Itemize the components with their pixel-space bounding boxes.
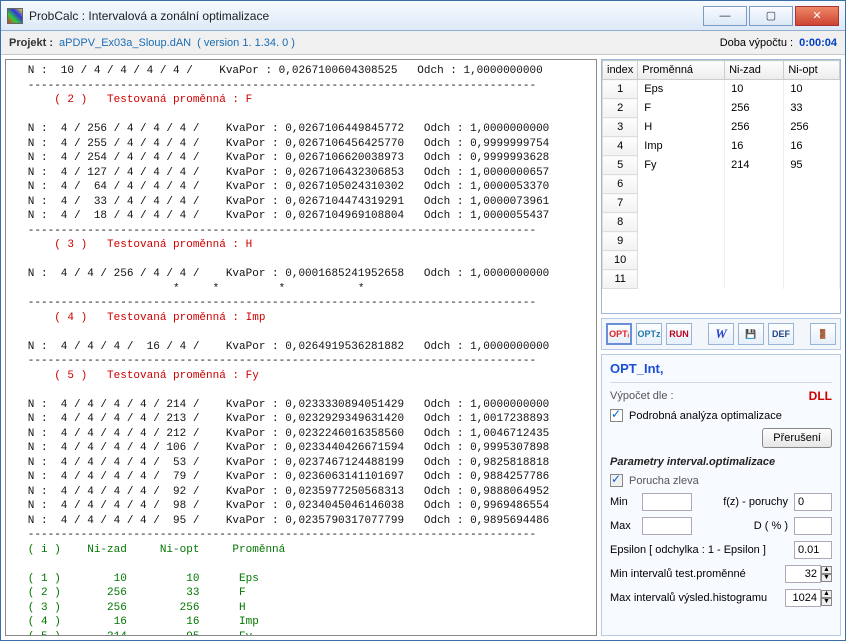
table-row[interactable]: 4Imp1616 [603,137,840,156]
app-icon [7,8,23,24]
col-promenna[interactable]: Proměnná [638,61,725,80]
save-icon: 💾 [745,329,756,340]
info-toolbar: Projekt : aPDPV_Ex03a_Sloup.dAN ( versio… [1,31,845,55]
table-row[interactable]: 6 [603,175,840,194]
table-row[interactable]: 10 [603,251,840,270]
max-label: Max [610,520,636,532]
minimize-button[interactable]: — [703,6,747,26]
min-input[interactable] [642,493,692,511]
col-index[interactable]: index [603,61,638,80]
window-title: ProbCalc : Intervalová a zonální optimal… [29,9,269,23]
col-ni-opt[interactable]: Ni-opt [784,61,840,80]
table-row[interactable]: 7 [603,194,840,213]
exit-icon: 🚪 [817,329,828,340]
spin-up-icon[interactable]: ▲ [821,566,832,574]
table-row[interactable]: 3H256256 [603,118,840,137]
podrobna-checkbox[interactable] [610,409,623,422]
preruseni-button[interactable]: Přerušení [762,428,832,448]
dpct-label: D ( % ) [754,520,788,532]
table-row[interactable]: 11 [603,270,840,289]
log-panel: N : 10 / 4 / 4 / 4 / 4 / KvaPor : 0,0267… [5,59,597,636]
close-button[interactable]: ✕ [795,6,839,26]
min-int-label: Min intervalů test.proměnné [610,568,746,580]
porucha-label: Porucha zleva [629,475,699,487]
table-row[interactable]: 9 [603,232,840,251]
max-int-label: Max intervalů výsled.histogramu [610,592,767,604]
spin-down-icon[interactable]: ▼ [821,574,832,582]
spin-up-icon[interactable]: ▲ [821,590,832,598]
table-row[interactable]: 8 [603,213,840,232]
variable-grid[interactable]: index Proměnná Ni-zad Ni-opt 1Eps1010 2F… [601,59,841,314]
window-titlebar: ProbCalc : Intervalová a zonální optimal… [1,1,845,31]
opti-button[interactable]: OPTᵢ [606,323,632,345]
table-row[interactable]: 1Eps1010 [603,80,840,99]
min-int-spinner[interactable]: ▲▼ [785,565,832,583]
exit-button[interactable]: 🚪 [810,323,836,345]
def-button[interactable]: DEF [768,323,794,345]
table-row[interactable]: 5Fy21495 [603,156,840,175]
vypocet-value: DLL [809,389,832,403]
projekt-name: aPDPV_Ex03a_Sloup.dAN [59,37,191,49]
save-button[interactable]: 💾 [738,323,764,345]
panel-heading: OPT_Int, [610,361,832,376]
porucha-checkbox [610,474,623,487]
options-panel: OPT_Int, Výpočet dle : DLL Podrobná anal… [601,354,841,636]
epsilon-label: Epsilon [ odchylka : 1 - Epsilon ] [610,544,766,556]
projekt-label: Projekt : [9,37,53,49]
fz-input[interactable] [794,493,832,511]
podrobna-label: Podrobná analýza optimalizace [629,410,782,422]
run-button[interactable]: RUN [666,323,692,345]
optz-button[interactable]: OPTz [636,323,662,345]
max-int-spinner[interactable]: ▲▼ [785,589,832,607]
epsilon-input[interactable] [794,541,832,559]
action-toolbar: OPTᵢ OPTz RUN W 💾 DEF 🚪 [601,318,841,350]
duration-label: Doba výpočtu : [720,37,793,49]
w-button[interactable]: W [708,323,734,345]
version-label: ( version 1. 1.34. 0 ) [197,37,295,49]
col-ni-zad[interactable]: Ni-zad [725,61,784,80]
vypocet-label: Výpočet dle : [610,390,674,402]
max-input[interactable] [642,517,692,535]
duration-value: 0:00:04 [799,37,837,49]
spin-down-icon[interactable]: ▼ [821,598,832,606]
dpct-input[interactable] [794,517,832,535]
min-label: Min [610,496,636,508]
fz-label: f(z) - poruchy [723,496,788,508]
maximize-button[interactable]: ▢ [749,6,793,26]
params-heading: Parametry interval.optimalizace [610,456,832,468]
table-row[interactable]: 2F25633 [603,99,840,118]
log-output: N : 10 / 4 / 4 / 4 / 4 / KvaPor : 0,0267… [8,64,594,636]
